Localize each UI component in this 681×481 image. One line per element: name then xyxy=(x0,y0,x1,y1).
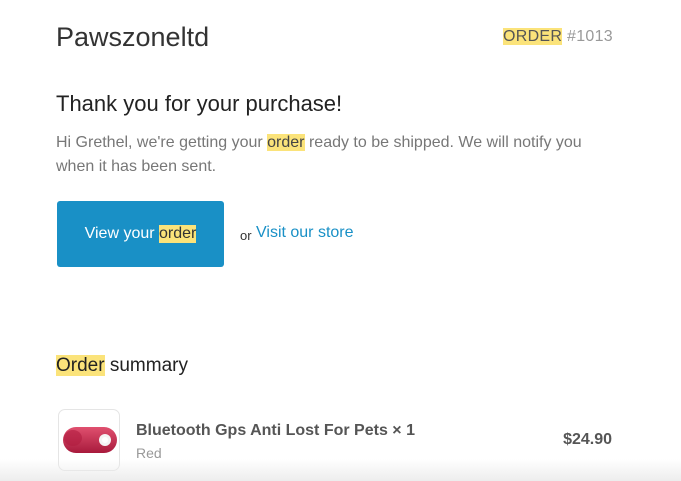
product-price: $24.90 xyxy=(563,431,612,448)
order-id: #1013 xyxy=(567,28,613,45)
confirmation-message: Hi Grethel, we're getting your order rea… xyxy=(56,131,616,179)
product-name: Bluetooth Gps Anti Lost For Pets × 1 xyxy=(136,422,415,439)
message-text-start: Hi Grethel, we're getting your xyxy=(56,134,268,151)
summary-title-rest: summary xyxy=(104,355,188,376)
view-order-label: View your xyxy=(84,225,160,242)
order-number: ORDER #1013 xyxy=(502,28,613,46)
or-separator: or xyxy=(240,228,252,243)
message-highlight: order xyxy=(267,134,305,151)
confirmation-title: Thank you for your purchase! xyxy=(56,91,343,116)
scroll-shadow xyxy=(0,459,681,481)
order-label: ORDER xyxy=(502,28,563,45)
order-summary-title: Order summary xyxy=(56,355,188,377)
shop-name: Pawszoneltd xyxy=(56,22,210,52)
view-order-button[interactable]: View your order xyxy=(57,201,224,267)
visit-store-link[interactable]: Visit our store xyxy=(256,224,354,242)
summary-highlight: Order xyxy=(56,355,105,376)
view-order-highlight: order xyxy=(159,225,197,243)
